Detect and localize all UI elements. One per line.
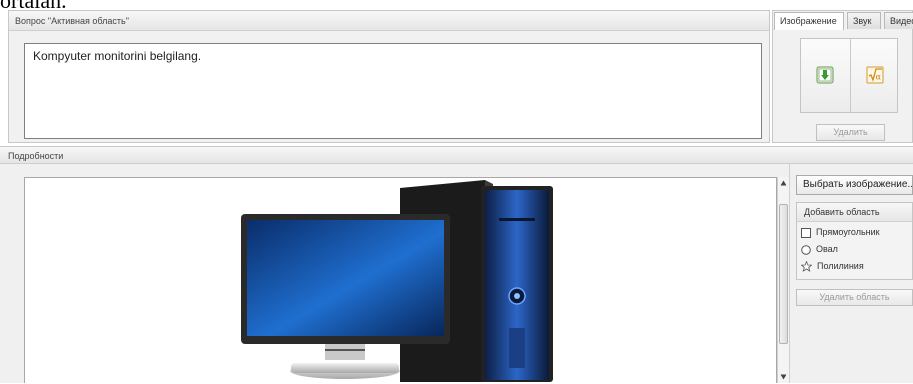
tab-video[interactable]: Видео [884, 12, 913, 29]
insert-image-icon [816, 66, 834, 84]
insert-image-button[interactable] [801, 39, 850, 112]
circle-icon [801, 244, 811, 255]
add-rectangle-label: Прямоугольник [816, 227, 880, 237]
media-insert-box: α [800, 38, 898, 113]
add-oval-label: Овал [816, 244, 838, 254]
select-image-button[interactable]: Выбрать изображение... [796, 175, 913, 195]
question-text-field[interactable]: Kompyuter monitorini belgilang. [24, 43, 762, 139]
star-icon [800, 260, 813, 273]
add-area-box: Добавить область Прямоугольник Овал Поли… [796, 202, 913, 280]
svg-text:α: α [876, 73, 882, 82]
square-icon [801, 227, 811, 238]
sidebar-divider [789, 164, 790, 383]
media-panel: Изображение Звук Видео α Удалить [772, 10, 913, 143]
add-oval-option[interactable]: Овал [801, 241, 838, 257]
scrollbar-thumb[interactable] [779, 204, 788, 344]
tab-sound[interactable]: Звук [847, 12, 881, 29]
question-panel: Вопрос "Активная область" Kompyuter moni… [8, 10, 770, 143]
image-canvas[interactable] [24, 177, 777, 383]
tab-image[interactable]: Изображение [774, 12, 844, 30]
insert-formula-icon: α [866, 66, 884, 84]
add-area-title: Добавить область [797, 203, 912, 222]
computer-image [241, 180, 553, 382]
add-polyline-label: Полилиния [817, 261, 864, 271]
canvas-scrollbar[interactable] [777, 177, 789, 383]
add-rectangle-option[interactable]: Прямоугольник [801, 224, 880, 240]
scroll-down-icon[interactable] [780, 374, 787, 380]
scroll-up-icon[interactable] [780, 180, 787, 186]
delete-area-button[interactable]: Удалить область [796, 289, 913, 306]
delete-media-button[interactable]: Удалить [816, 124, 885, 141]
insert-formula-button[interactable]: α [850, 39, 899, 112]
question-panel-title: Вопрос "Активная область" [9, 11, 769, 31]
add-polyline-option[interactable]: Полилиния [800, 258, 864, 274]
details-panel-title: Подробности [0, 146, 913, 164]
